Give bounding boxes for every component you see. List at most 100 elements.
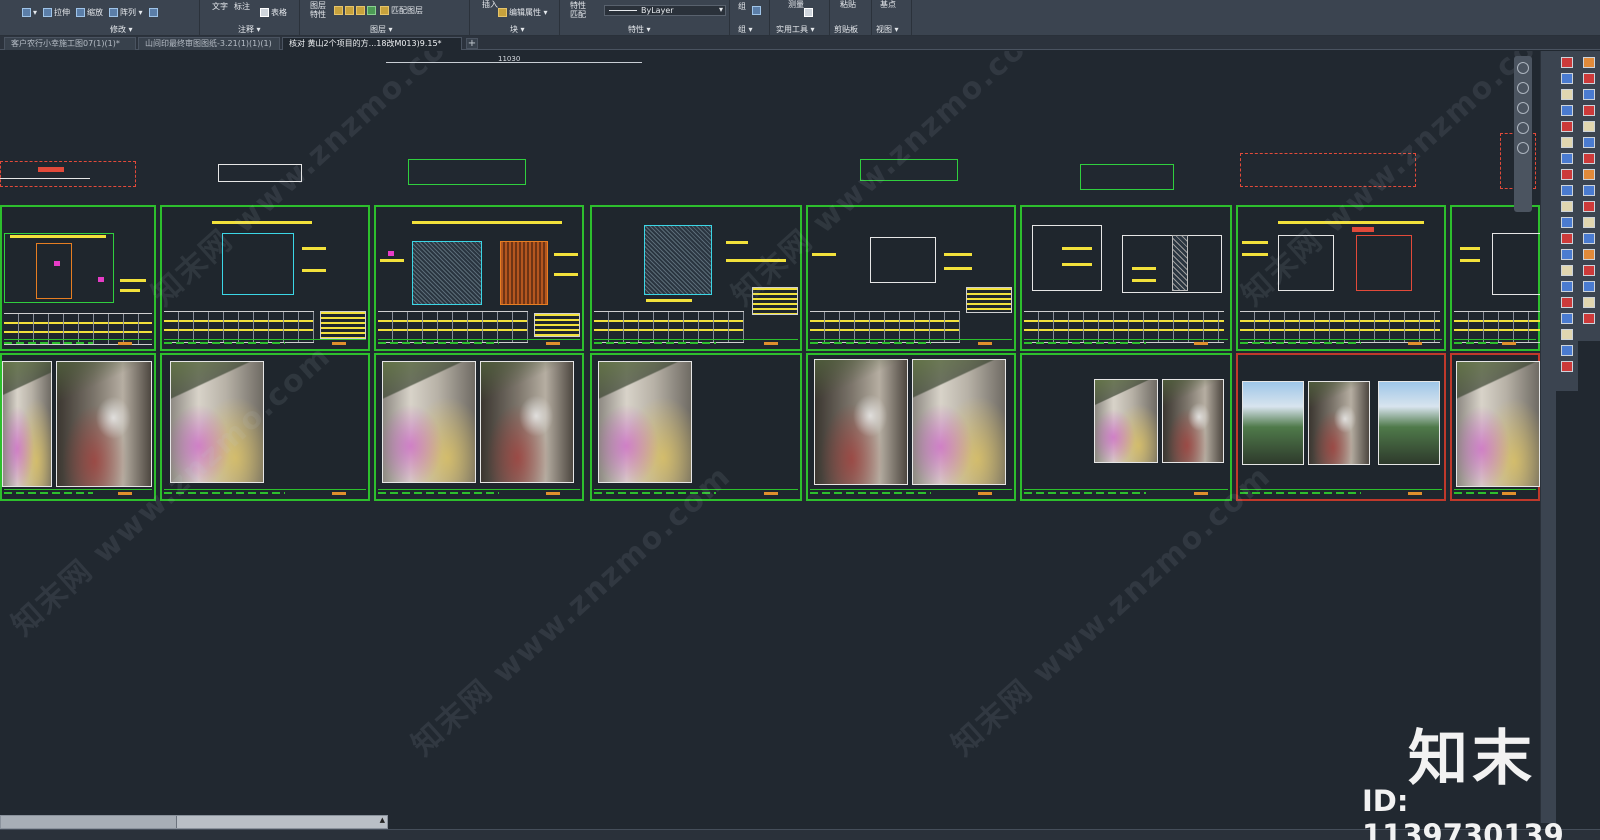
move-tool-button[interactable]: ▾ bbox=[20, 6, 39, 18]
match-properties-button[interactable]: 特性匹配 bbox=[568, 0, 588, 20]
tool-icon[interactable] bbox=[1561, 89, 1573, 100]
ribbon-group-properties: 特性匹配 ByLayer 特性 ▾ bbox=[560, 0, 730, 36]
drawing-canvas[interactable]: 11030 知末网 www.znzmo.com 知末网 www.znzmo.co… bbox=[0, 51, 1540, 823]
group-label-layers[interactable]: 图层 ▾ bbox=[370, 24, 393, 35]
photo-sheet-8[interactable] bbox=[1450, 353, 1540, 501]
tool-icon[interactable] bbox=[1561, 105, 1573, 116]
tool-icon[interactable] bbox=[1561, 345, 1573, 356]
tool-icon[interactable] bbox=[1561, 281, 1573, 292]
photo-sheet-3[interactable] bbox=[374, 353, 584, 501]
group-label-view[interactable]: 视图 ▾ bbox=[876, 24, 899, 35]
elevation-sheet-3[interactable] bbox=[374, 205, 584, 351]
tool-icon[interactable] bbox=[1583, 249, 1595, 260]
tool-icon[interactable] bbox=[1561, 57, 1573, 68]
status-bar bbox=[0, 829, 1600, 840]
tool-icon[interactable] bbox=[1561, 217, 1573, 228]
calculator-icon[interactable] bbox=[804, 8, 813, 17]
tool-icon[interactable] bbox=[1561, 361, 1573, 372]
tool-icon[interactable] bbox=[1583, 137, 1595, 148]
tool-icon[interactable] bbox=[1583, 73, 1595, 84]
resource-id: ID: 1139730139 bbox=[1362, 784, 1564, 840]
tool-icon[interactable] bbox=[1561, 137, 1573, 148]
tool-icon[interactable] bbox=[1583, 265, 1595, 276]
tool-icon[interactable] bbox=[1561, 169, 1573, 180]
tool-icon[interactable] bbox=[1561, 73, 1573, 84]
measure-button[interactable]: 测量 bbox=[786, 0, 806, 10]
scale-button[interactable]: 缩放 bbox=[74, 6, 105, 18]
table-button[interactable]: 表格 bbox=[258, 6, 289, 18]
group-label-modify[interactable]: 修改 ▾ bbox=[110, 24, 133, 35]
tool-icon[interactable] bbox=[1561, 121, 1573, 132]
new-tab-button[interactable]: + bbox=[466, 38, 478, 49]
dimension-button[interactable]: 标注 bbox=[232, 0, 252, 12]
tool-icon[interactable] bbox=[1561, 329, 1573, 340]
elevation-sheet-8[interactable] bbox=[1450, 205, 1540, 351]
tool-icon[interactable] bbox=[1583, 105, 1595, 116]
tool-icon[interactable] bbox=[1561, 313, 1573, 324]
layer-properties-button[interactable]: 图层特性 bbox=[308, 0, 332, 20]
tool-icon[interactable] bbox=[1583, 89, 1595, 100]
tool-icon[interactable] bbox=[1561, 153, 1573, 164]
tool-icon[interactable] bbox=[1583, 57, 1595, 68]
group-select-icon[interactable] bbox=[752, 6, 761, 15]
tool-icon[interactable] bbox=[1561, 297, 1573, 308]
zoom-icon[interactable] bbox=[1517, 102, 1529, 114]
group-label-block[interactable]: 块 ▾ bbox=[510, 24, 525, 35]
site-photo bbox=[2, 361, 52, 487]
orbit-icon[interactable] bbox=[1517, 122, 1529, 134]
tool-icon[interactable] bbox=[1583, 281, 1595, 292]
file-tab-1[interactable]: 客户农行小幸施工图07(1)(1)* bbox=[4, 37, 136, 50]
group-button[interactable]: 组 bbox=[736, 0, 748, 12]
photo-sheet-1[interactable] bbox=[0, 353, 156, 501]
tool-icon[interactable] bbox=[1561, 249, 1573, 260]
ribbon-group-annotation: 文字 标注 表格 注释 ▾ bbox=[200, 0, 300, 36]
toolbar-column-1 bbox=[1556, 51, 1578, 391]
tool-icon[interactable] bbox=[1561, 265, 1573, 276]
linetype-dropdown[interactable]: ByLayer bbox=[604, 5, 726, 16]
steering-wheel-icon[interactable] bbox=[1517, 62, 1529, 74]
tool-icon[interactable] bbox=[1583, 121, 1595, 132]
tool-icon[interactable] bbox=[1583, 217, 1595, 228]
edit-attribute-button[interactable]: 编辑属性 ▾ bbox=[496, 6, 550, 18]
layer-lock-icon[interactable] bbox=[356, 5, 365, 15]
tool-icon[interactable] bbox=[1561, 201, 1573, 212]
file-tab-2[interactable]: 山间印最终审图图纸-3.21(1)(1)(1) bbox=[138, 37, 280, 50]
group-label-groups[interactable]: 组 ▾ bbox=[738, 24, 753, 35]
tool-icon[interactable] bbox=[1583, 169, 1595, 180]
scroll-right-icon[interactable]: ▲ bbox=[380, 816, 385, 824]
layer-isolate-icon[interactable] bbox=[367, 5, 376, 15]
scrollbar-thumb[interactable] bbox=[1, 816, 177, 828]
layer-freeze-icon[interactable] bbox=[345, 5, 354, 15]
stretch-button[interactable]: 拉伸 bbox=[41, 6, 72, 18]
group-label-annotation[interactable]: 注释 ▾ bbox=[238, 24, 261, 35]
array-button[interactable]: 阵列 ▾ bbox=[107, 6, 145, 18]
tool-icon[interactable] bbox=[1583, 153, 1595, 164]
tool-icon[interactable] bbox=[1583, 233, 1595, 244]
file-tab-3-active[interactable]: 核对 黄山2个项目的方...18改M013)9.15* bbox=[282, 37, 462, 50]
horizontal-scrollbar[interactable]: ▲ bbox=[0, 815, 388, 829]
tool-icon[interactable] bbox=[1561, 185, 1573, 196]
ribbon-group-groups: 组 组 ▾ bbox=[730, 0, 770, 36]
base-point-button[interactable]: 基点 bbox=[878, 0, 898, 10]
text-button[interactable]: 文字 bbox=[210, 0, 230, 12]
match-layer-button[interactable]: 匹配图层 bbox=[378, 4, 425, 16]
site-photo bbox=[1094, 379, 1158, 463]
elevation-sheet-6[interactable] bbox=[1020, 205, 1232, 351]
showmotion-icon[interactable] bbox=[1517, 142, 1529, 154]
group-label-clipboard[interactable]: 剪贴板 bbox=[834, 24, 858, 35]
photo-sheet-6[interactable] bbox=[1020, 353, 1232, 501]
tool-icon[interactable] bbox=[1583, 201, 1595, 212]
modify-extra-button[interactable] bbox=[147, 6, 160, 18]
pan-icon[interactable] bbox=[1517, 82, 1529, 94]
tool-icon[interactable] bbox=[1583, 297, 1595, 308]
vertical-scrollbar[interactable] bbox=[1540, 51, 1556, 823]
group-label-utilities[interactable]: 实用工具 ▾ bbox=[776, 24, 815, 35]
elevation-sheet-1[interactable] bbox=[0, 205, 156, 351]
group-label-properties[interactable]: 特性 ▾ bbox=[628, 24, 651, 35]
paste-button[interactable]: 粘贴 bbox=[838, 0, 858, 10]
tool-icon[interactable] bbox=[1583, 313, 1595, 324]
tool-icon[interactable] bbox=[1561, 233, 1573, 244]
photo-sheet-5[interactable] bbox=[806, 353, 1016, 501]
tool-icon[interactable] bbox=[1583, 185, 1595, 196]
layer-on-icon[interactable] bbox=[334, 5, 343, 15]
